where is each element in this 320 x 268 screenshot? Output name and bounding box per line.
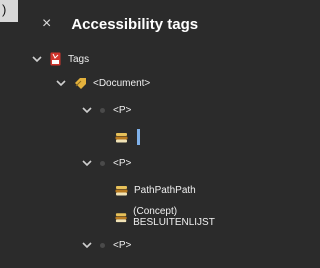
content-icon (115, 185, 128, 195)
chevron-down-icon[interactable] (56, 78, 66, 88)
panel-left-gutter (0, 22, 18, 268)
tree-node-p[interactable]: <P> (82, 101, 131, 119)
accessibility-tags-panel: × Accessibility tags Tags <Document> <P> (18, 0, 253, 268)
tag-icon (75, 78, 86, 89)
tree-node-label: PathPathPath (134, 184, 196, 196)
tree-node-label: <P> (113, 104, 132, 116)
tag-dot-icon (100, 160, 105, 166)
chevron-down-icon[interactable] (82, 240, 92, 250)
tag-dot-icon (100, 242, 105, 248)
content-icon (115, 212, 127, 222)
tree-node-content[interactable]: (Concept) BESLUITENLIJST (115, 206, 253, 228)
tree-node-content[interactable]: PathPathPath (115, 181, 196, 199)
tree-node-label: Tags (68, 53, 90, 65)
tree-node-document[interactable]: <Document> (56, 74, 150, 92)
content-icon (115, 132, 128, 142)
adjacent-window-edge: ) (0, 0, 18, 22)
tree-node-p[interactable]: <P> (82, 154, 131, 172)
chevron-down-icon[interactable] (82, 158, 92, 168)
chevron-down-icon[interactable] (82, 105, 92, 115)
chevron-down-icon[interactable] (32, 54, 42, 64)
tag-dot-icon (100, 107, 105, 113)
panel-title: Accessibility tags (71, 15, 199, 33)
tree-node-tags[interactable]: Tags (32, 50, 89, 68)
tree-node-content[interactable] (115, 128, 140, 146)
edit-caret[interactable] (137, 129, 140, 145)
panel-header: × Accessibility tags (42, 12, 198, 36)
edge-glyph: ) (2, 2, 7, 17)
tree-node-label: <P> (113, 239, 132, 251)
tree-node-label: <P> (113, 157, 132, 169)
tree-node-p[interactable]: <P> (82, 236, 131, 254)
close-button[interactable]: × (42, 16, 51, 32)
pdf-tags-icon (50, 52, 61, 66)
tree-node-label: (Concept) BESLUITENLIJST (133, 206, 215, 228)
tree-node-label: <Document> (93, 77, 151, 89)
